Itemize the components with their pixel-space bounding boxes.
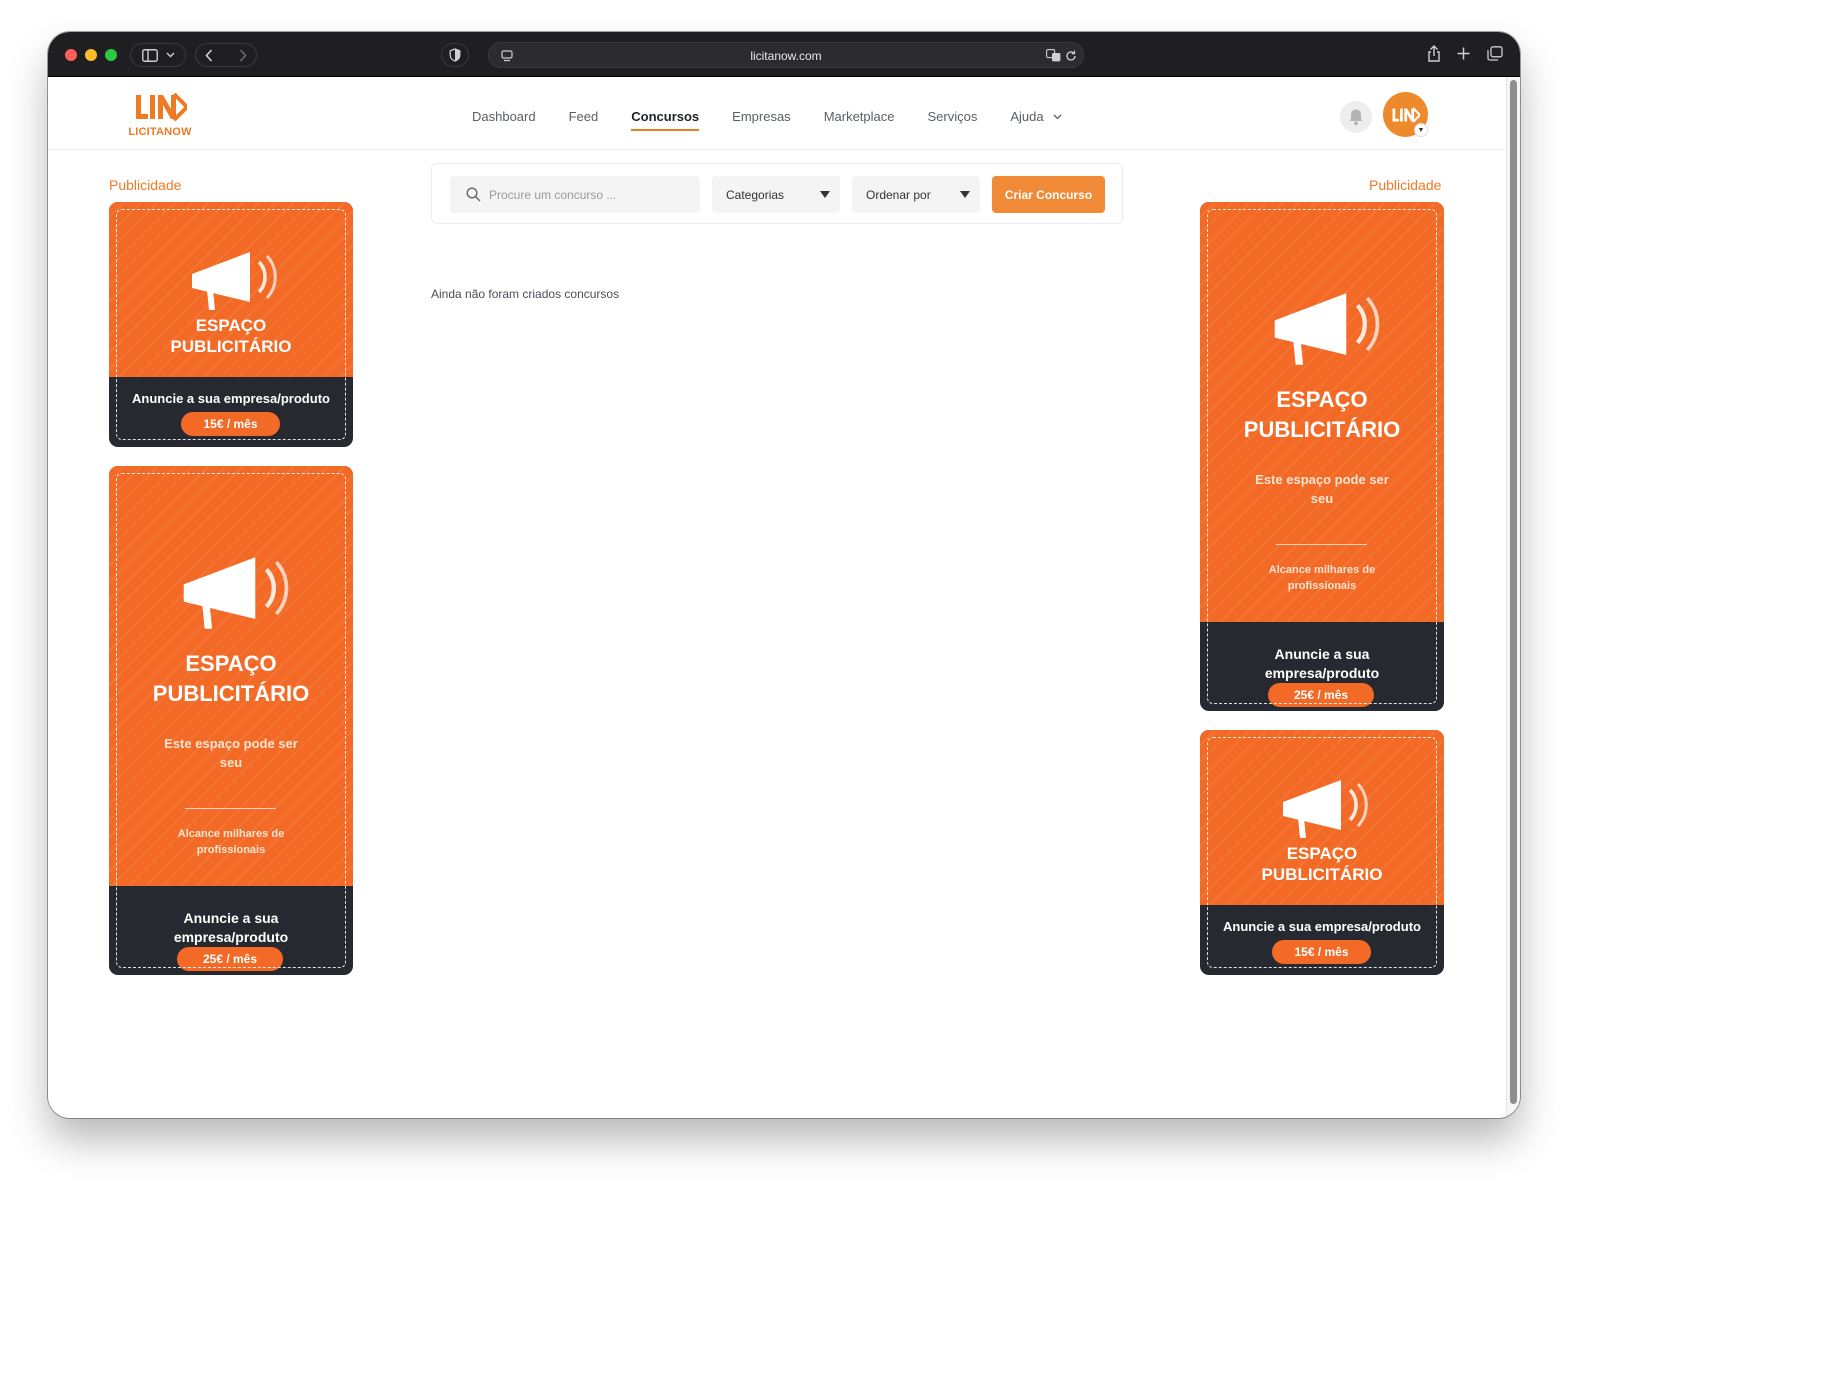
nav-servicos[interactable]: Serviços bbox=[928, 109, 978, 124]
nav-marketplace[interactable]: Marketplace bbox=[824, 109, 895, 124]
categories-select[interactable]: Categorias bbox=[712, 176, 840, 213]
history-nav bbox=[195, 43, 257, 67]
empty-state-text: Ainda não foram criados concursos bbox=[431, 287, 620, 301]
ad-subtitle-line1: Este espaço pode ser bbox=[164, 736, 298, 751]
licitanow-logo-icon bbox=[136, 93, 187, 121]
new-tab-icon[interactable] bbox=[1457, 47, 1470, 60]
avatar-logo-icon bbox=[1392, 106, 1420, 123]
nav-concursos[interactable]: Concursos bbox=[631, 109, 699, 131]
ad-title-line2: PUBLICITÁRIO bbox=[152, 681, 310, 706]
share-icon[interactable] bbox=[1427, 45, 1441, 62]
ad-title-line2: PUBLICITÁRIO bbox=[1243, 417, 1401, 442]
search-icon bbox=[466, 187, 481, 202]
ad-divider bbox=[185, 808, 276, 809]
tab-overview-icon[interactable] bbox=[1487, 46, 1503, 61]
ad-tall-left[interactable]: ESPAÇO PUBLICITÁRIO Este espaço pode ser… bbox=[109, 466, 353, 975]
caret-down-icon bbox=[960, 191, 970, 198]
sidebar-toggle-button[interactable] bbox=[130, 43, 186, 67]
url-text: licitanow.com bbox=[750, 49, 822, 63]
bell-icon bbox=[1349, 109, 1363, 126]
avatar-caret-icon[interactable]: ▼ bbox=[1414, 123, 1428, 137]
privacy-shield-button[interactable] bbox=[441, 43, 469, 67]
logo-text: LICITANOW bbox=[128, 126, 192, 138]
ad-price-badge[interactable]: 25€ / mês bbox=[177, 947, 283, 971]
forward-icon[interactable] bbox=[239, 48, 247, 62]
nav-empresas[interactable]: Empresas bbox=[732, 109, 791, 124]
site-header: LICITANOW Dashboard Feed Concursos Empre… bbox=[48, 77, 1506, 150]
right-ads-label: Publicidade bbox=[1369, 177, 1442, 193]
ad-price-badge[interactable]: 15€ / mês bbox=[181, 412, 280, 436]
ad-price-badge[interactable]: 25€ / mês bbox=[1268, 683, 1374, 707]
megaphone-icon bbox=[192, 252, 277, 310]
ad-divider bbox=[1276, 544, 1367, 545]
ad-title-line1: ESPAÇO bbox=[185, 651, 277, 676]
ad-cta-line1: Anuncie a sua bbox=[1274, 646, 1370, 662]
ad-cta-line2: empresa/produto bbox=[173, 929, 289, 945]
search-box[interactable] bbox=[450, 176, 700, 213]
ad-title-line2: PUBLICITÁRIO bbox=[170, 337, 292, 356]
scrollbar-thumb[interactable] bbox=[1510, 80, 1517, 1104]
page-content: LICITANOW Dashboard Feed Concursos Empre… bbox=[48, 77, 1506, 1118]
chevron-down-icon bbox=[166, 52, 174, 58]
caret-down-icon bbox=[820, 191, 830, 198]
site-logo[interactable]: LICITANOW bbox=[125, 91, 195, 139]
ad-tall-right[interactable]: ESPAÇO PUBLICITÁRIO Este espaço pode ser… bbox=[1200, 202, 1444, 711]
chevron-down-icon bbox=[1053, 114, 1062, 119]
megaphone-icon bbox=[1283, 780, 1368, 838]
ad-reach-line2: profissionais bbox=[1287, 580, 1357, 592]
ad-reach-line1: Alcance milhares de bbox=[177, 828, 285, 840]
close-window-button[interactable] bbox=[65, 49, 77, 61]
megaphone-icon bbox=[183, 557, 289, 629]
main-nav: Dashboard Feed Concursos Empresas Market… bbox=[472, 109, 1095, 131]
ad-cta: Anuncie a sua empresa/produto bbox=[1223, 919, 1421, 934]
ad-small-left[interactable]: ESPAÇO PUBLICITÁRIO Anuncie a sua empres… bbox=[109, 202, 353, 447]
ad-price-badge[interactable]: 15€ / mês bbox=[1272, 940, 1371, 964]
ad-reach-line1: Alcance milhares de bbox=[1268, 564, 1376, 576]
notifications-button[interactable] bbox=[1340, 101, 1372, 133]
create-contest-button[interactable]: Criar Concurso bbox=[992, 176, 1105, 213]
ad-title-line1: ESPAÇO bbox=[1276, 387, 1368, 412]
back-icon[interactable] bbox=[205, 48, 213, 62]
page-scrollbar[interactable] bbox=[1506, 77, 1520, 1118]
nav-dashboard[interactable]: Dashboard bbox=[472, 109, 536, 124]
ad-cta: Anuncie a sua empresa/produto bbox=[132, 391, 330, 406]
reload-icon[interactable] bbox=[1065, 50, 1077, 62]
order-by-select[interactable]: Ordenar por bbox=[852, 176, 980, 213]
browser-window: licitanow.com LICITANOW Dashboard Feed C… bbox=[48, 32, 1520, 1118]
ad-subtitle-line2: seu bbox=[219, 755, 243, 770]
ad-small-right[interactable]: ESPAÇO PUBLICITÁRIO Anuncie a sua empres… bbox=[1200, 730, 1444, 975]
minimize-window-button[interactable] bbox=[85, 49, 97, 61]
shield-icon bbox=[449, 48, 461, 62]
ad-cta-line1: Anuncie a sua bbox=[183, 910, 279, 926]
nav-ajuda-label: Ajuda bbox=[1010, 109, 1044, 124]
translate-icon[interactable] bbox=[1046, 49, 1061, 62]
order-by-label: Ordenar por bbox=[866, 187, 931, 202]
ad-title-line1: ESPAÇO bbox=[1286, 844, 1358, 863]
categories-label: Categorias bbox=[726, 187, 785, 202]
address-bar[interactable]: licitanow.com bbox=[488, 42, 1084, 68]
ad-title-line1: ESPAÇO bbox=[195, 316, 267, 335]
ad-title-line2: PUBLICITÁRIO bbox=[1261, 865, 1383, 884]
ad-cta-line2: empresa/produto bbox=[1264, 665, 1380, 681]
ad-subtitle-line1: Este espaço pode ser bbox=[1255, 472, 1389, 487]
nav-feed[interactable]: Feed bbox=[569, 109, 599, 124]
browser-titlebar: licitanow.com bbox=[48, 32, 1520, 77]
nav-ajuda[interactable]: Ajuda bbox=[1010, 109, 1062, 124]
search-input[interactable] bbox=[489, 187, 689, 202]
sidebar-icon bbox=[141, 48, 158, 62]
zoom-window-button[interactable] bbox=[105, 49, 117, 61]
ad-reach-line2: profissionais bbox=[196, 844, 266, 856]
left-ads-label: Publicidade bbox=[109, 177, 182, 193]
ad-subtitle-line2: seu bbox=[1310, 491, 1334, 506]
filters-bar: Categorias Ordenar por Criar Concurso bbox=[431, 163, 1123, 224]
megaphone-icon bbox=[1274, 293, 1380, 365]
